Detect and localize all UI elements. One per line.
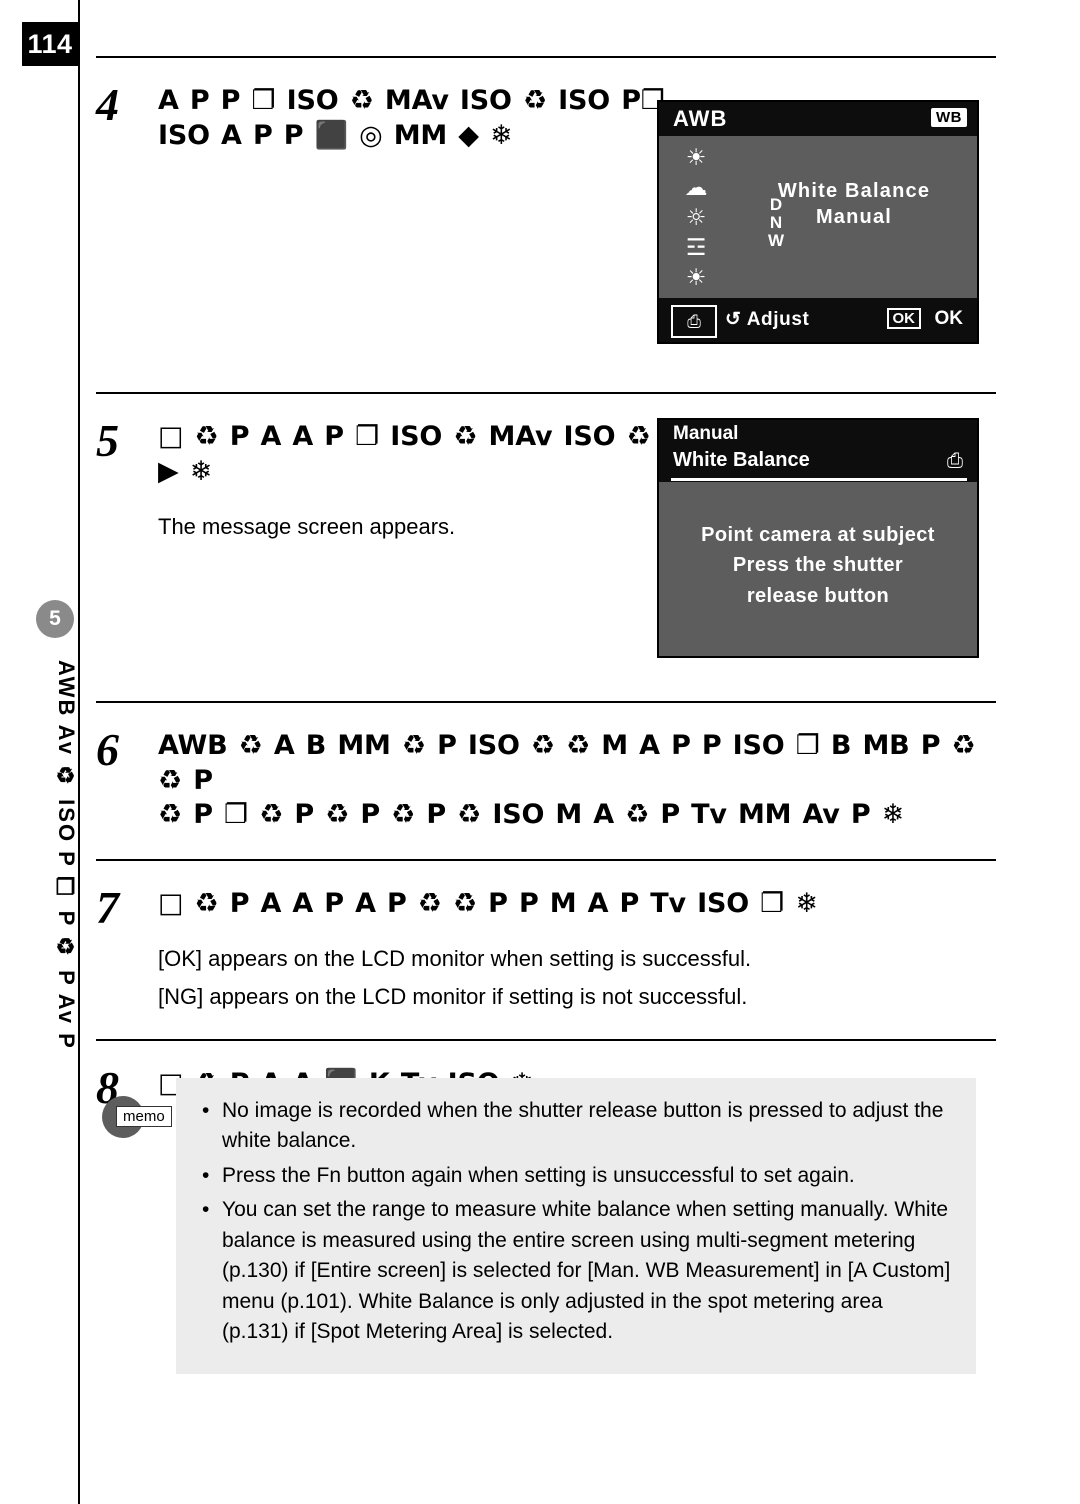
wb-badge: WB <box>931 108 967 127</box>
wb-daylight-icon: ☁ <box>684 175 708 201</box>
step-6: 6 AWB ♻ A B MM ♻ P ISO ♻ ♻ M A P P ISO ❐… <box>96 703 996 859</box>
wb-screen-body: ☀ ☁ ☼ ☲ ☀ ⚡ DNW White Balance Manual <box>659 136 977 321</box>
memo-item: No image is recorded when the shutter re… <box>198 1096 954 1157</box>
memo-item: Press the Fn button again when setting i… <box>198 1161 954 1192</box>
wb-screen-title: White Balance Manual <box>749 178 959 230</box>
step-4-number: 4 <box>96 79 119 130</box>
page-number: 114 <box>22 22 78 66</box>
msg-screen-body: Point camera at subject Press the shutte… <box>659 520 977 611</box>
wb-screen-footer: ⎙ ↺ Adjust OK OK <box>659 298 977 342</box>
wb-icon-column: ☀ ☁ ☼ ☲ ☀ ⚡ <box>673 142 719 322</box>
ok-label: OK <box>934 308 964 329</box>
print-icon: ⎙ <box>947 448 963 472</box>
step-5-number: 5 <box>96 415 119 467</box>
memo-icon: memo <box>102 1096 172 1138</box>
msg-body-line3: release button <box>746 584 890 607</box>
step-7-number: 7 <box>96 881 119 933</box>
wb-screen-titlebar: AWB WB <box>659 102 977 136</box>
wb-tungsten-icon: ☀ <box>685 265 707 291</box>
step-7-note-line1: [OK] appears on the LCD monitor when set… <box>158 946 752 972</box>
msg-header-line1: Manual <box>673 423 739 444</box>
step-6-heading-line2: ♻ P ❐ ♻ P ♻ P ♻ P ♻ ISO M A ♻ P Tv MM Av… <box>158 799 905 831</box>
manual-wb-message-screen-illustration: Manual White Balance ⎙ Point camera at s… <box>657 418 979 658</box>
step-7-heading-line1: □ ♻ P A A P A P ♻ ♻ P P M A P Tv ISO ❐ ❄ <box>158 887 818 919</box>
msg-header-line2: White Balance <box>673 449 810 471</box>
wb-mode-label: AWB <box>673 106 728 131</box>
step-6-number: 6 <box>96 724 119 776</box>
wb-title-line1: White Balance <box>777 180 931 202</box>
adjust-text: Adjust <box>746 309 810 330</box>
adjust-dial-icon: ↺ <box>725 309 742 330</box>
step-7: 7 □ ♻ P A A P A P ♻ ♻ P P M A P Tv ISO ❐… <box>96 861 996 1039</box>
memo-section: memo No image is recorded when the shutt… <box>96 1078 996 1374</box>
ok-button-icon: OK <box>886 308 921 329</box>
wb-fluorescent-icon: ☲ <box>685 235 707 261</box>
msg-header-underline <box>671 478 967 481</box>
step-6-heading-line1: AWB ♻ A B MM ♻ P ISO ♻ ♻ M A P P ISO ❐ B… <box>158 730 976 796</box>
wb-shade-icon: ☼ <box>685 205 707 231</box>
msg-screen-header: Manual White Balance ⎙ <box>659 420 977 482</box>
chapter-vertical-label: AWB Av ♻ ISO P ❐ P ♻ P Av P <box>54 660 79 1050</box>
wb-adjust-label: ↺ Adjust <box>725 308 809 331</box>
msg-body-line2: Press the shutter <box>732 554 904 577</box>
memo-item: You can set the range to measure white b… <box>198 1195 954 1347</box>
green-button-icon: ⎙ <box>671 305 717 338</box>
memo-icon-label: memo <box>116 1106 172 1127</box>
chapter-badge: 5 <box>36 600 74 638</box>
msg-body-line1: Point camera at subject <box>701 524 935 546</box>
white-balance-screen-illustration: AWB WB ☀ ☁ ☼ ☲ ☀ ⚡ DNW White Balance Man… <box>657 100 979 344</box>
memo-list: No image is recorded when the shutter re… <box>198 1096 954 1348</box>
memo-box: No image is recorded when the shutter re… <box>176 1078 976 1374</box>
wb-auto-icon: ☀ <box>685 145 707 171</box>
step-7-note-line2: [NG] appears on the LCD monitor if setti… <box>158 984 748 1010</box>
wb-title-line2: Manual <box>815 206 893 228</box>
